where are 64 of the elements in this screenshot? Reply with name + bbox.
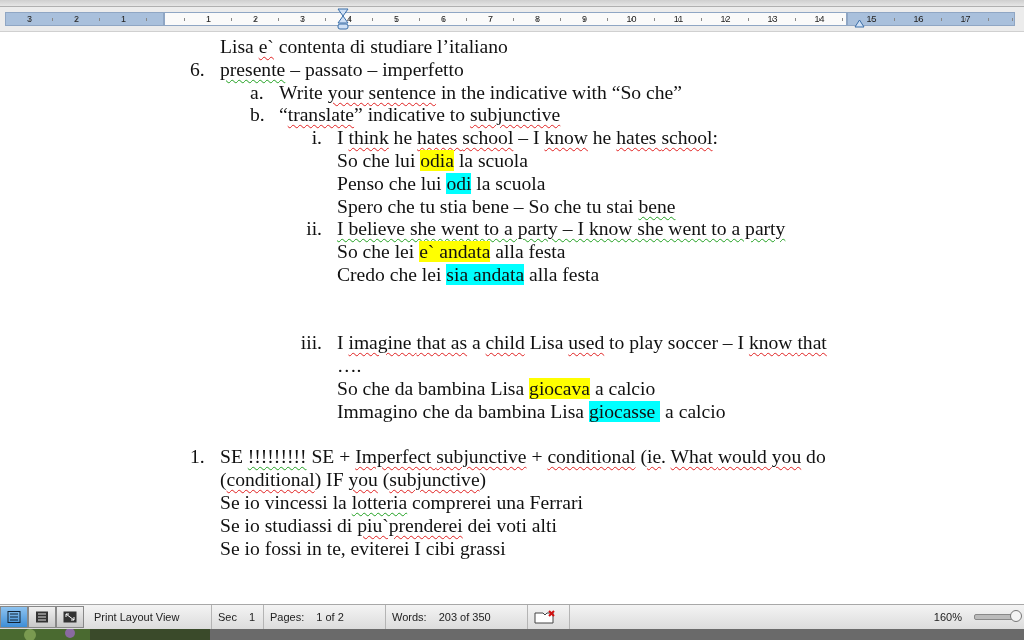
ruler-number: 16 xyxy=(912,14,925,24)
ruler-number: 3 xyxy=(26,14,33,24)
ruler-number: 7 xyxy=(487,14,494,24)
indent-marker-icon[interactable] xyxy=(337,8,349,30)
outline-icon xyxy=(35,611,49,623)
text-line: (conditional) IF you (subjunctive) xyxy=(220,469,488,492)
text-line: Se io studiassi di piu`prenderei dei voti alti xyxy=(220,514,558,538)
ruler-number: 17 xyxy=(959,14,972,24)
text-line: Lisa e` contenta di studiare l’italiano xyxy=(220,36,508,59)
list-number: ii. xyxy=(305,218,323,242)
text-line: So che lui odia la scuola xyxy=(337,150,529,173)
text-line: Se io fossi in te, eviterei I cibi grassi xyxy=(220,537,507,561)
ruler-number: 2 xyxy=(252,14,259,24)
text-line: …. xyxy=(337,355,363,378)
text-line: So che lei e` andata alla festa xyxy=(337,241,567,264)
ruler-number: 5 xyxy=(393,14,400,24)
ruler-number: 1 xyxy=(120,14,127,24)
ruler-number: 15 xyxy=(865,14,878,24)
pages-label: Pages: xyxy=(270,611,305,623)
ruler-number: 11 xyxy=(672,14,685,24)
view-button[interactable] xyxy=(56,606,84,628)
section-number: 1 xyxy=(248,611,256,623)
list-number: a. xyxy=(250,81,265,105)
text-line: Immagino che da bambina Lisa giocasse a calcio xyxy=(337,400,727,424)
text-line: Spero che tu stia bene – So che tu stai bene xyxy=(337,195,677,219)
text-line: SE !!!!!!!!! SE + Imperfect subjunctive + conditional (ie. What would you do xyxy=(220,446,826,470)
text-line: So che da bambina Lisa giocava a calcio xyxy=(337,377,657,401)
page-count: 1 of 2 xyxy=(316,611,344,623)
page-layout-icon xyxy=(7,611,21,623)
word-count: 203 of 350 xyxy=(438,611,491,623)
ruler-number: 4 xyxy=(346,14,353,24)
zoom-percent: 160% xyxy=(933,611,962,623)
ruler-number: 13 xyxy=(766,14,779,24)
text-line: I imagine that as a child Lisa used to play soccer – I know that xyxy=(337,332,827,356)
section-label: Sec xyxy=(218,611,237,623)
view-button[interactable] xyxy=(28,606,56,628)
text-line: I believe she went to a party – I know she went to a party xyxy=(337,218,786,242)
words-label: Words: xyxy=(392,611,427,623)
list-number: 6. xyxy=(190,58,206,82)
expand-icon xyxy=(63,611,77,623)
list-number: 1. xyxy=(190,446,206,470)
text-line: “translate” indicative to subjunctive xyxy=(279,104,561,128)
ruler-number: 3 xyxy=(299,14,306,24)
right-indent-icon[interactable] xyxy=(854,19,865,28)
text-line: I think he hates school – I know he hates school: xyxy=(337,127,718,150)
ruler-number: 6 xyxy=(440,14,447,24)
list-number: i. xyxy=(310,127,323,151)
view-button[interactable] xyxy=(0,606,28,628)
list-number: b. xyxy=(250,104,266,128)
ruler-number: 9 xyxy=(581,14,588,24)
text-line: Write your sentence in the indicative with “So che” xyxy=(279,81,682,105)
text-line: Credo che lei sia andata alla festa xyxy=(337,263,601,287)
text-line: Penso che lui odi la scuola xyxy=(337,172,547,196)
ruler-number: 12 xyxy=(719,14,732,24)
ruler-number: 14 xyxy=(813,14,826,24)
text-line: Se io vincessi la lotteria comprerei una Ferrari xyxy=(220,491,584,515)
ruler-number: 10 xyxy=(625,14,638,24)
ruler-number: 8 xyxy=(534,14,541,24)
list-number: iii. xyxy=(299,332,323,356)
ruler-number: 2 xyxy=(73,14,80,24)
text-line: presente – passato – imperfetto xyxy=(220,58,464,82)
ruler-number: 1 xyxy=(205,14,212,24)
view-name: Print Layout View xyxy=(94,611,180,623)
book-error-icon[interactable] xyxy=(534,610,556,624)
